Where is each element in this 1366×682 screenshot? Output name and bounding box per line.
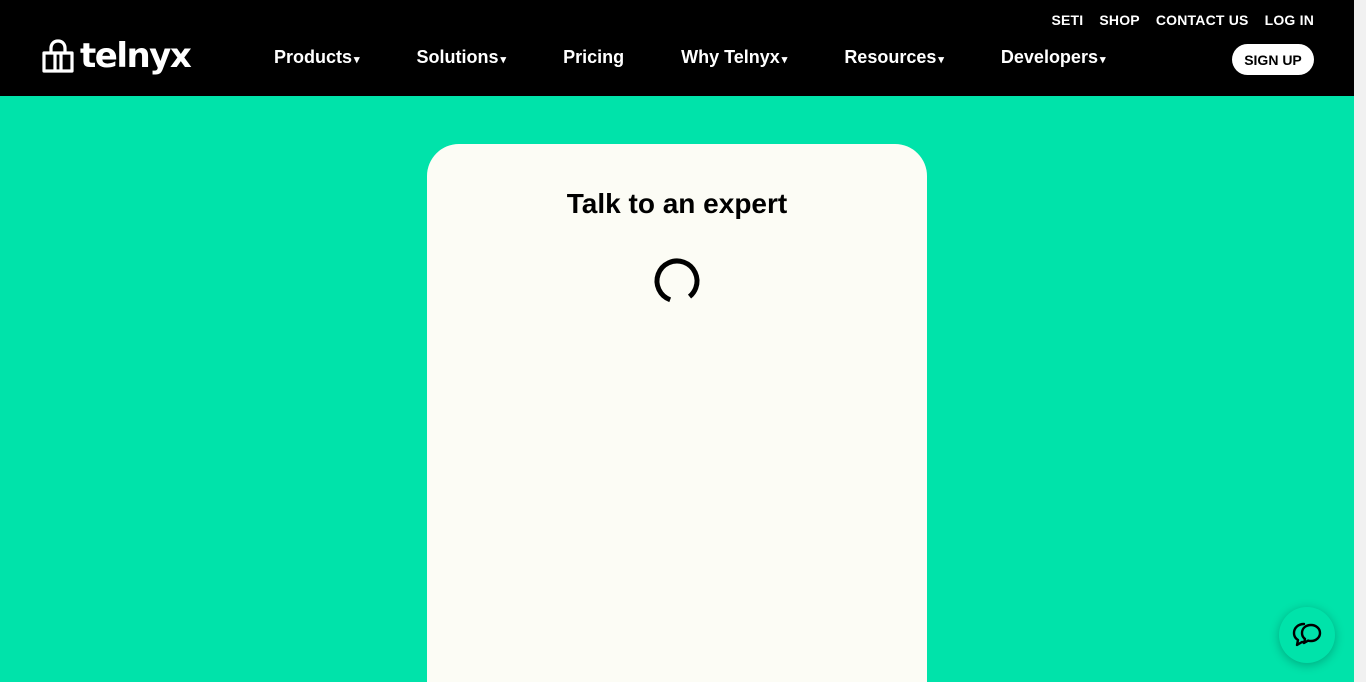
loading-spinner-icon bbox=[654, 258, 700, 304]
nav-item-label: Developers bbox=[1000, 47, 1098, 67]
chevron-down-icon: ▾ bbox=[354, 53, 360, 66]
chat-bubbles-icon bbox=[1292, 622, 1322, 647]
nav-item-label: Why Telnyx bbox=[681, 47, 780, 67]
nav-item-why-telnyx[interactable]: Why Telnyx ▾ bbox=[681, 47, 787, 68]
utility-link-seti[interactable]: SETI bbox=[1051, 12, 1083, 28]
utility-link-log-in[interactable]: LOG IN bbox=[1265, 12, 1314, 28]
page-scrollbar[interactable] bbox=[1354, 0, 1366, 682]
chevron-down-icon: ▾ bbox=[500, 53, 507, 66]
main-nav: Products ▾ Solutions ▾ Pricing Why Telnyx ▾ Res… bbox=[274, 47, 1106, 68]
chevron-down-icon: ▾ bbox=[781, 53, 788, 66]
nav-item-label: Pricing bbox=[563, 47, 625, 67]
nav-item-developers[interactable]: Developers ▾ bbox=[1001, 47, 1106, 68]
chevron-down-icon: ▾ bbox=[1099, 53, 1106, 66]
telnyx-logo-icon bbox=[42, 39, 74, 73]
chat-button[interactable] bbox=[1279, 607, 1335, 663]
nav-item-resources[interactable]: Resources ▾ bbox=[844, 47, 944, 68]
utility-link-contact-us[interactable]: CONTACT US bbox=[1156, 12, 1249, 28]
contact-form-card: Talk to an expert bbox=[427, 144, 927, 682]
utility-link-shop[interactable]: SHOP bbox=[1099, 12, 1139, 28]
nav-item-label: Products bbox=[274, 47, 353, 67]
telnyx-logo[interactable]: telnyx bbox=[40, 36, 192, 76]
nav-item-pricing[interactable]: Pricing bbox=[563, 47, 624, 68]
card-title: Talk to an expert bbox=[566, 188, 788, 219]
utility-nav: SETI SHOP CONTACT US LOG IN bbox=[1051, 12, 1314, 28]
nav-item-label: Resources bbox=[844, 47, 937, 67]
nav-item-label: Solutions bbox=[416, 47, 499, 67]
sign-up-button[interactable]: SIGN UP bbox=[1232, 44, 1314, 75]
nav-item-solutions[interactable]: Solutions ▾ bbox=[417, 47, 507, 68]
site-header: telnyx SETI SHOP CONTACT US LOG IN Products… bbox=[0, 0, 1354, 96]
chevron-down-icon: ▾ bbox=[938, 53, 944, 66]
logo-wordmark: telnyx bbox=[80, 36, 192, 76]
nav-item-products[interactable]: Products ▾ bbox=[274, 47, 360, 68]
